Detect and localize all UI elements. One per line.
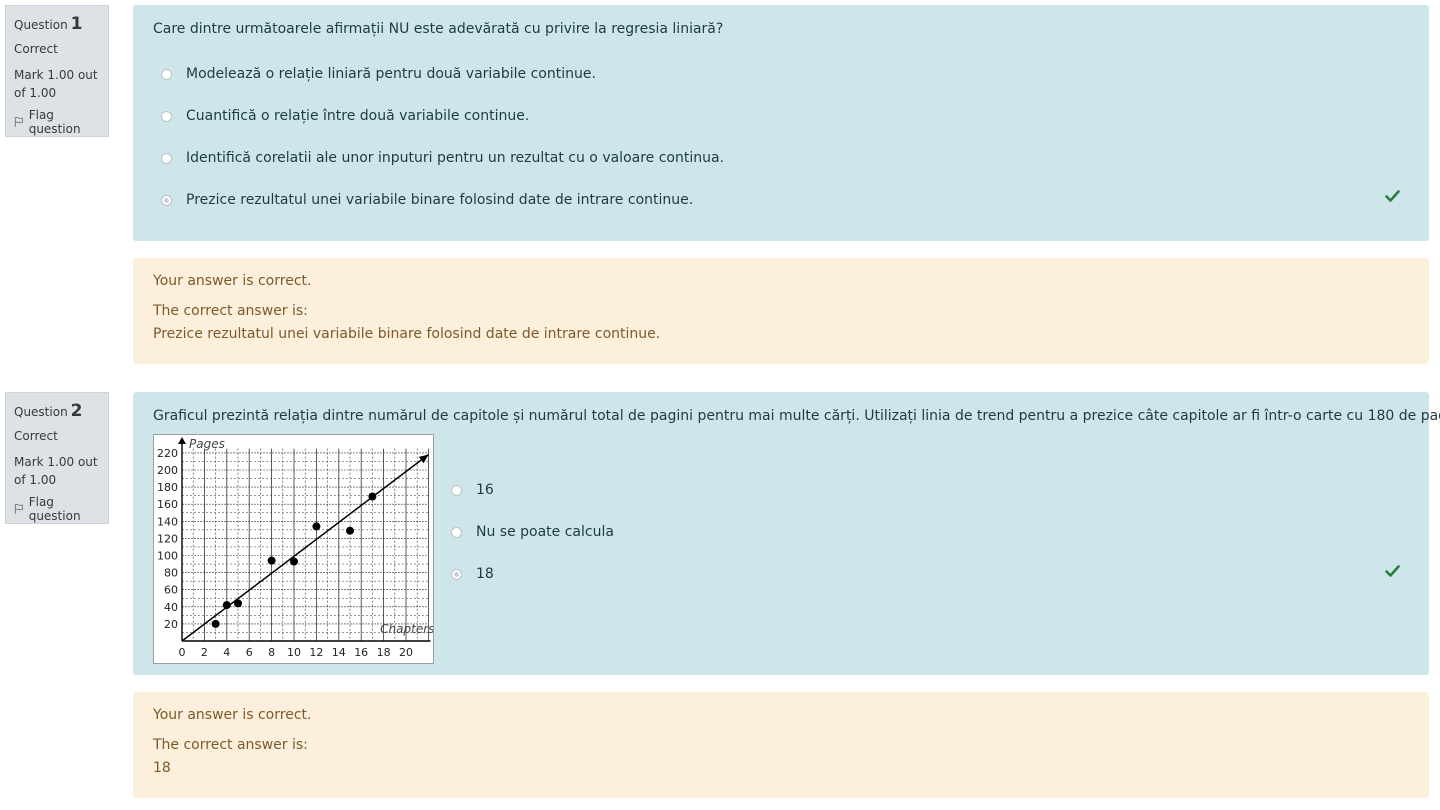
answer-option-selected[interactable]: 18: [451, 566, 494, 582]
question-number-value: 1: [70, 14, 83, 34]
x-tick-label: 14: [332, 646, 346, 659]
flag-question-link[interactable]: Flag question: [14, 495, 100, 523]
correct-answer-label: The correct answer is:: [153, 737, 308, 753]
y-tick-label: 20: [164, 618, 178, 631]
question-formulation: Care dintre următoarele afirmații NU est…: [133, 5, 1429, 241]
answer-option[interactable]: Identifică corelatii ale unor inputuri p…: [161, 150, 724, 166]
x-tick-label: 20: [399, 646, 413, 659]
y-tick-label: 60: [164, 584, 178, 597]
x-tick-label: 2: [201, 646, 208, 659]
data-point: [267, 556, 276, 565]
data-point: [368, 492, 377, 501]
scatter-chart: 0 2 4 6 8 10 12 14 16 18 20 20 40 60 80 100 120 140 160 180…: [153, 434, 434, 664]
data-point: [312, 522, 321, 531]
x-tick-label: 10: [287, 646, 301, 659]
x-tick-label: 18: [377, 646, 391, 659]
question-state: Correct: [14, 429, 58, 443]
data-point: [234, 599, 242, 608]
x-tick-label: 4: [223, 646, 230, 659]
correct-answer: Prezice rezultatul unei variabile binare…: [153, 326, 661, 342]
correct-answer: 18: [153, 760, 171, 776]
question-label: Question: [14, 18, 68, 32]
question-text: Graficul prezintă relația dintre numărul…: [153, 408, 1440, 424]
x-tick-label: 16: [354, 646, 368, 659]
question-info: Question 2 Correct Mark 1.00 out of 1.00 …: [5, 392, 109, 524]
question-grade: Mark 1.00 out of 1.00: [14, 68, 98, 100]
data-point: [222, 601, 231, 610]
y-axis-arrow: [178, 437, 186, 444]
answer-label: 16: [476, 482, 494, 498]
y-tick-label: 180: [157, 481, 178, 494]
y-axis-label: Pages: [189, 437, 225, 451]
x-axis-label: Chapters: [380, 622, 433, 636]
data-point: [211, 619, 220, 628]
correct-answer-label: The correct answer is:: [153, 303, 308, 319]
y-tick-label: 200: [157, 464, 178, 477]
question-number: Question 2: [14, 401, 100, 421]
answer-label: Nu se poate calcula: [476, 524, 614, 540]
question-label: Question: [14, 405, 68, 419]
x-tick-label: 6: [246, 646, 253, 659]
answer-option[interactable]: Modelează o relație liniară pentru două …: [161, 66, 596, 82]
flag-icon: [14, 116, 23, 127]
question-state: Correct: [14, 42, 58, 56]
answer-option[interactable]: Nu se poate calcula: [451, 524, 614, 540]
flag-question-label: Flag question: [28, 108, 81, 136]
question-grade: Mark 1.00 out of 1.00: [14, 455, 98, 487]
question-number: Question 1: [14, 14, 100, 34]
radio-button[interactable]: [451, 526, 462, 538]
data-point: [290, 557, 298, 566]
check-icon: [1385, 565, 1400, 577]
flag-icon: [14, 503, 23, 514]
radio-button[interactable]: [451, 484, 462, 496]
answer-option[interactable]: 16: [451, 482, 494, 498]
radio-button[interactable]: [161, 68, 172, 80]
radio-button-checked[interactable]: [451, 568, 462, 580]
x-tick-label: 8: [268, 646, 275, 659]
radio-button-checked[interactable]: [161, 194, 172, 206]
radio-button[interactable]: [161, 110, 172, 122]
answer-label: Cuantifică o relație între două variabil…: [186, 108, 530, 124]
scatter-chart-svg: 0 2 4 6 8 10 12 14 16 18 20 20 40 60 80 100 120 140 160 180…: [157, 437, 434, 659]
radio-button[interactable]: [161, 152, 172, 164]
y-tick-label: 40: [164, 601, 178, 614]
question-number-value: 2: [70, 401, 83, 421]
y-tick-label: 120: [157, 532, 178, 545]
feedback-result: Your answer is correct.: [153, 707, 312, 723]
x-tick-label: 0: [179, 646, 186, 659]
answer-label: Prezice rezultatul unei variabile binare…: [186, 192, 694, 208]
answer-label: Identifică corelatii ale unor inputuri p…: [186, 150, 725, 166]
x-tick-label: 12: [309, 646, 323, 659]
check-icon: [1385, 190, 1400, 202]
question-feedback: Your answer is correct. The correct answ…: [133, 258, 1429, 364]
y-tick-label: 220: [157, 447, 178, 460]
y-tick-label: 80: [164, 567, 178, 580]
y-tick-label: 140: [157, 515, 178, 528]
question-feedback: Your answer is correct. The correct answ…: [133, 692, 1429, 798]
data-point: [346, 526, 354, 535]
question-info: Question 1 Correct Mark 1.00 out of 1.00 …: [5, 5, 109, 137]
flag-question-link[interactable]: Flag question: [14, 108, 100, 136]
answer-label: Modelează o relație liniară pentru două …: [186, 66, 596, 82]
feedback-result: Your answer is correct.: [153, 273, 312, 289]
answer-option-selected[interactable]: Prezice rezultatul unei variabile binare…: [161, 192, 693, 208]
trend-line-arrow: [418, 454, 429, 464]
y-tick-label: 100: [157, 550, 178, 563]
answer-label: 18: [476, 566, 494, 582]
question-text: Care dintre următoarele afirmații NU est…: [153, 21, 724, 37]
y-tick-label: 160: [157, 498, 178, 511]
flag-question-label: Flag question: [28, 495, 81, 523]
answer-option[interactable]: Cuantifică o relație între două variabil…: [161, 108, 529, 124]
question-formulation: Graficul prezintă relația dintre numărul…: [133, 392, 1440, 675]
